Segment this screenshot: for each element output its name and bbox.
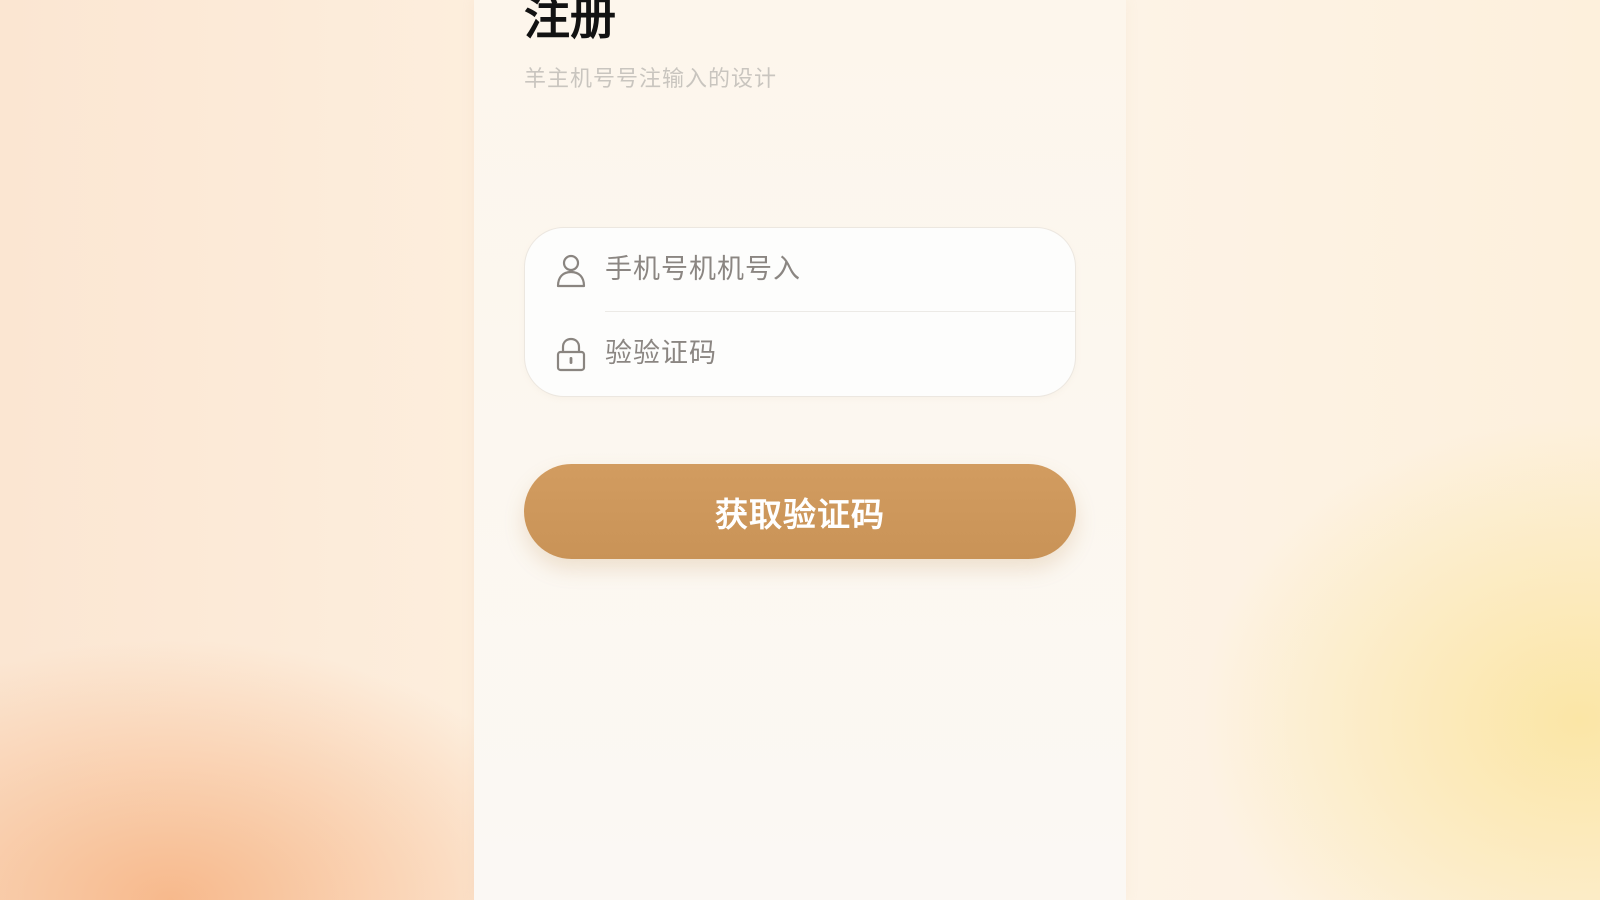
register-screen: 注册 羊主机号号注输入的设计 手机号机机号入 验验证码 获取验证码: [474, 0, 1126, 900]
page-subtitle: 羊主机号号注输入的设计: [524, 67, 778, 92]
phone-input[interactable]: 手机号机机号入: [605, 253, 801, 287]
lock-icon: [556, 337, 586, 372]
get-code-button-label: 获取验证码: [715, 494, 885, 534]
user-icon: [556, 254, 586, 288]
register-form: 手机号机机号入 验验证码: [524, 227, 1076, 397]
code-field[interactable]: 验验证码: [525, 312, 1075, 396]
code-input[interactable]: 验验证码: [605, 337, 717, 371]
get-code-button[interactable]: 获取验证码: [524, 464, 1076, 559]
page-title: 注册: [524, 0, 616, 45]
phone-field[interactable]: 手机号机机号入: [525, 228, 1075, 312]
